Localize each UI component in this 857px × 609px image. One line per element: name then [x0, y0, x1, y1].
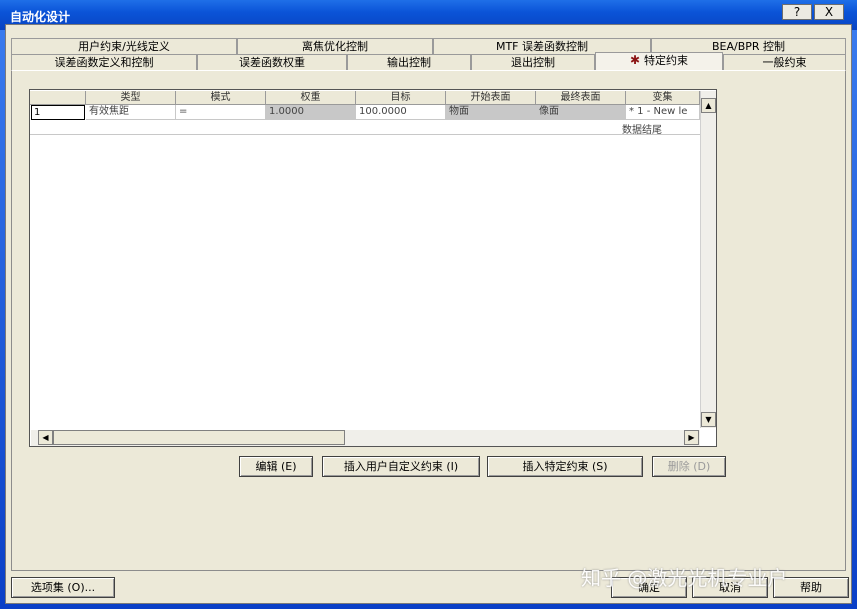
tab-specific-constraints[interactable]: ✱ 特定约束	[595, 52, 723, 71]
tab-label: MTF 误差函数控制	[495, 40, 589, 53]
header-zoom[interactable]: 变集	[626, 91, 700, 105]
close-icon: X	[824, 5, 834, 19]
tab-general-constraints[interactable]: 一般约束	[723, 54, 846, 70]
header-target[interactable]: 目标	[356, 91, 446, 105]
cell-type[interactable]: 有效焦距	[86, 105, 176, 120]
cell-start-surface[interactable]: 物面	[446, 105, 536, 120]
header-type[interactable]: 类型	[86, 91, 176, 105]
close-title-button[interactable]: X	[814, 4, 844, 20]
tab-defocus-control[interactable]: 离焦优化控制	[237, 38, 433, 54]
cell-mode[interactable]: =	[176, 105, 266, 120]
tab-user-constraints[interactable]: 用户约束/光线定义	[11, 38, 237, 54]
scroll-down-icon[interactable]: ▼	[701, 412, 716, 427]
window-title: 自动化设计	[10, 10, 71, 24]
help-title-button[interactable]: ?	[782, 4, 812, 20]
tab-exit-control[interactable]: 退出控制	[471, 54, 595, 70]
delete-button[interactable]: 删除 (D)	[652, 456, 726, 477]
tab-label: 用户约束/光线定义	[78, 40, 170, 53]
cell-target[interactable]: 100.0000	[356, 105, 446, 120]
edit-button[interactable]: 编辑 (E)	[239, 456, 313, 477]
cell-zoom[interactable]: * 1 - New le	[626, 105, 700, 120]
scroll-up-icon[interactable]: ▲	[701, 98, 716, 113]
end-of-data-label: 数据结尾	[622, 125, 662, 136]
horizontal-scrollbar[interactable]: ◀ ▶	[31, 430, 700, 446]
scroll-left-icon[interactable]: ◀	[38, 430, 53, 445]
row-number[interactable]: 1	[31, 105, 85, 120]
tab-label: 输出控制	[387, 56, 431, 69]
header-mode[interactable]: 模式	[176, 91, 266, 105]
end-row: 数据结尾	[30, 120, 700, 136]
dialog-window: 自动化设计 ? X 用户约束/光线定义 离焦优化控制 MTF 误差函数控制 BE…	[0, 0, 857, 609]
tab-error-function-weights[interactable]: 误差函数权重	[197, 54, 347, 70]
insert-specific-constraint-button[interactable]: 插入特定约束 (S)	[487, 456, 643, 477]
header-corner	[30, 91, 86, 105]
tab-output-control[interactable]: 输出控制	[347, 54, 471, 70]
cell-end-surface[interactable]: 像面	[536, 105, 626, 120]
horizontal-scroll-thumb[interactable]	[53, 430, 345, 445]
options-button[interactable]: 选项集 (O)...	[11, 577, 115, 598]
tab-error-function-definition[interactable]: 误差函数定义和控制	[11, 54, 197, 70]
tab-label: 退出控制	[511, 56, 555, 69]
header-end-surface[interactable]: 最终表面	[536, 91, 626, 105]
header-weight[interactable]: 权重	[266, 91, 356, 105]
cell-weight[interactable]: 1.0000	[266, 105, 356, 120]
constraints-grid[interactable]: 类型 模式 权重 目标 开始表面 最终表面 变集 1 有效焦距 = 1.0000…	[29, 89, 717, 447]
scroll-right-icon[interactable]: ▶	[684, 430, 699, 445]
star-icon: ✱	[629, 53, 641, 67]
vertical-scrollbar[interactable]: ▲ ▼	[700, 91, 716, 428]
insert-user-constraint-button[interactable]: 插入用户自定义约束 (I)	[322, 456, 480, 477]
watermark: 知乎 @激光光机专业户	[581, 566, 788, 590]
tab-label: 误差函数权重	[239, 56, 305, 69]
tab-label: 离焦优化控制	[302, 40, 368, 53]
tab-label: 误差函数定义和控制	[54, 56, 154, 69]
tab-label: 一般约束	[762, 56, 807, 69]
help-icon: ?	[793, 5, 801, 19]
tab-label: 特定约束	[644, 54, 689, 67]
header-start-surface[interactable]: 开始表面	[446, 91, 536, 105]
